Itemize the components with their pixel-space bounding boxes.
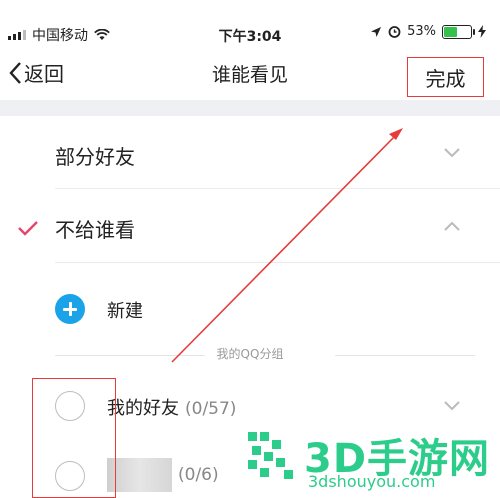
watermark-url: 3dshouyou.com	[308, 472, 436, 491]
annotation-arrow	[171, 128, 403, 363]
watermark: 3D手游网 3dshouyou.com	[244, 422, 500, 495]
watermark-logo-icon	[248, 432, 293, 479]
